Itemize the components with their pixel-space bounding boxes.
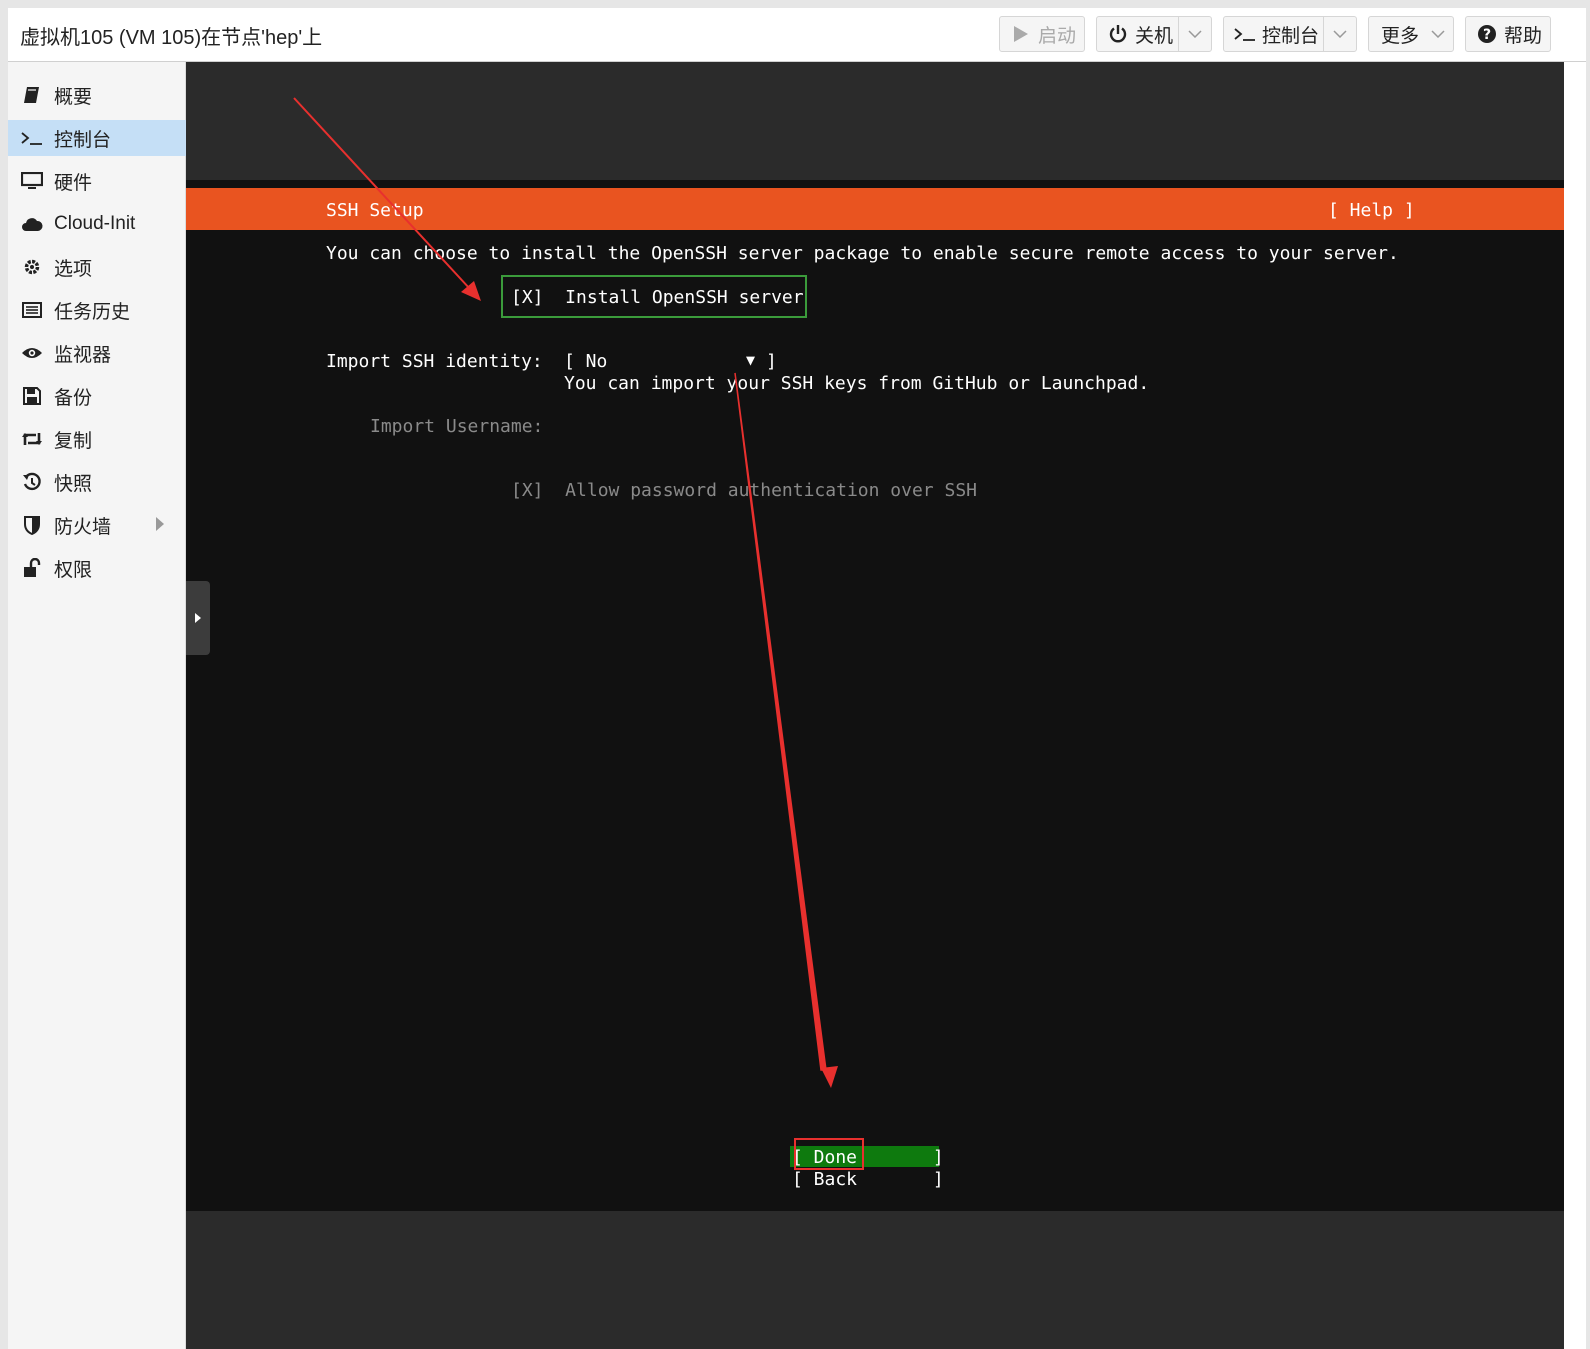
sidebar-item-label: Cloud-Init <box>54 213 136 234</box>
sidebar-item-label: 任务历史 <box>54 301 131 323</box>
sidebar-item-replication[interactable]: 复制 <box>8 421 186 457</box>
shutdown-button-label: 关机 <box>1135 25 1174 47</box>
sidebar-item-label: 选项 <box>54 258 93 280</box>
app-window: 虚拟机105 (VM 105)在节点'hep'上 启动 关机 控制台 更多 ? … <box>8 8 1586 1349</box>
shutdown-button[interactable]: 关机 <box>1096 16 1212 52</box>
sidebar-item-label: 复制 <box>54 430 93 452</box>
installer-help-button[interactable]: [ Help ] <box>1328 200 1415 221</box>
page-title: 虚拟机105 (VM 105)在节点'hep'上 <box>20 27 323 49</box>
sidebar-item-label: 监视器 <box>54 344 112 366</box>
sidebar: 概要 控制台 硬件 Cloud-Init 选项 任务历史 监视器 备份 复制 快… <box>8 62 186 1349</box>
installer-description: You can choose to install the OpenSSH se… <box>326 243 1399 264</box>
import-identity-select[interactable]: [ No <box>564 351 607 372</box>
sidebar-item-label: 防火墙 <box>54 516 112 538</box>
sidebar-item-hardware[interactable]: 硬件 <box>8 163 186 199</box>
sidebar-item-summary[interactable]: 概要 <box>8 77 186 113</box>
history-icon <box>20 470 44 494</box>
annotation-box <box>794 1138 864 1170</box>
install-openssh-checkbox[interactable]: [X] Install OpenSSH server <box>511 287 804 308</box>
import-identity-hint: You can import your SSH keys from GitHub… <box>564 373 1150 394</box>
chevron-right-icon[interactable] <box>156 517 164 531</box>
novnc-panel-toggle[interactable] <box>186 581 210 655</box>
play-icon <box>1008 16 1034 52</box>
start-button[interactable]: 启动 <box>999 16 1085 52</box>
terminal-icon <box>1232 16 1258 52</box>
sidebar-item-task-history[interactable]: 任务历史 <box>8 292 186 328</box>
installer-title: SSH Setup <box>326 200 424 221</box>
sidebar-item-label: 权限 <box>54 559 93 581</box>
help-button-label: 帮助 <box>1504 25 1543 47</box>
svg-text:?: ? <box>1483 27 1491 43</box>
terminal-screen[interactable] <box>186 180 1564 1211</box>
sidebar-item-label: 控制台 <box>54 129 112 151</box>
more-button-label: 更多 <box>1381 25 1420 47</box>
sidebar-item-permissions[interactable]: 权限 <box>8 550 186 586</box>
sidebar-item-snapshots[interactable]: 快照 <box>8 464 186 500</box>
sidebar-item-label: 快照 <box>54 473 93 495</box>
question-circle-icon: ? <box>1474 16 1500 52</box>
sidebar-item-label: 概要 <box>54 86 93 108</box>
list-icon <box>20 298 44 322</box>
import-identity-label: Import SSH identity: <box>326 351 543 372</box>
monitor-icon <box>20 169 44 193</box>
shield-icon <box>20 513 44 537</box>
more-button[interactable]: 更多 <box>1368 16 1454 52</box>
book-icon <box>20 83 44 107</box>
import-username-label: Import Username: <box>370 416 544 437</box>
sidebar-item-options[interactable]: 选项 <box>8 249 186 285</box>
eye-icon <box>20 341 44 365</box>
sidebar-item-backup[interactable]: 备份 <box>8 378 186 414</box>
sidebar-item-label: 硬件 <box>54 172 93 194</box>
sidebar-item-cloud-init[interactable]: Cloud-Init <box>8 206 186 242</box>
unlock-icon <box>20 556 44 580</box>
caret-right-icon <box>195 613 201 623</box>
caret-down-icon[interactable]: ▼ <box>746 351 755 369</box>
back-button[interactable]: [ Back ] <box>792 1169 944 1190</box>
allow-password-checkbox: [X] Allow password authentication over S… <box>511 480 977 501</box>
chevron-down-icon[interactable] <box>1178 17 1211 51</box>
power-icon <box>1105 16 1131 52</box>
retweet-icon <box>20 427 44 451</box>
floppy-icon <box>20 384 44 408</box>
cloud-icon <box>20 212 44 236</box>
console-button-label: 控制台 <box>1262 25 1320 47</box>
terminal-icon <box>20 126 44 150</box>
sidebar-item-label: 备份 <box>54 387 93 409</box>
sidebar-item-console[interactable]: 控制台 <box>8 120 186 156</box>
chevron-down-icon <box>1431 30 1445 38</box>
help-button[interactable]: ? 帮助 <box>1465 16 1551 52</box>
sidebar-item-monitor[interactable]: 监视器 <box>8 335 186 371</box>
start-button-label: 启动 <box>1038 25 1077 47</box>
sidebar-item-firewall[interactable]: 防火墙 <box>8 507 186 543</box>
console-button[interactable]: 控制台 <box>1223 16 1357 52</box>
chevron-down-icon[interactable] <box>1323 17 1356 51</box>
import-identity-select-close[interactable]: ] <box>766 351 777 372</box>
header-bar: 虚拟机105 (VM 105)在节点'hep'上 启动 关机 控制台 更多 ? … <box>8 8 1586 61</box>
gear-icon <box>20 255 44 279</box>
